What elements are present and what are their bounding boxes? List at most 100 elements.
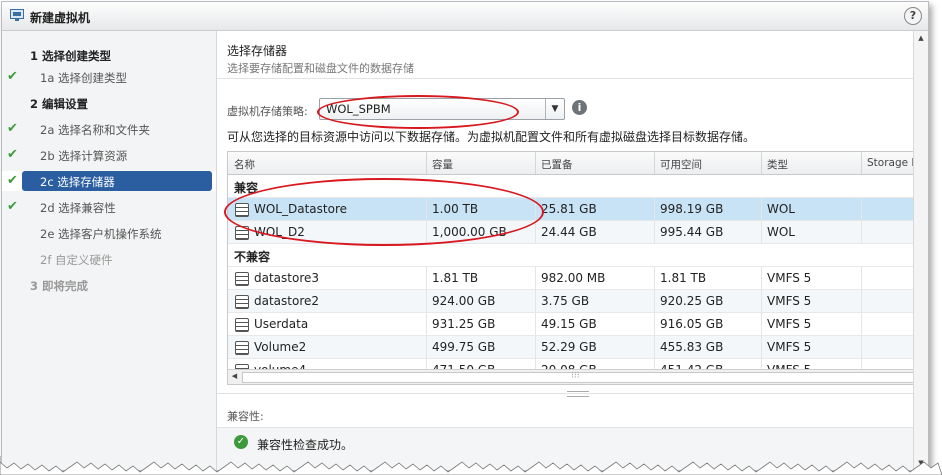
table-group-row: 兼容 xyxy=(228,175,928,198)
wizard-step-label: 2a 选择名称和文件夹 xyxy=(40,123,151,137)
checkmark-icon: ✔ xyxy=(7,199,18,214)
table-cell: Userdata xyxy=(254,317,309,331)
column-divider[interactable] xyxy=(654,152,655,174)
cell-divider xyxy=(861,313,862,335)
table-cell: WOL_D2 xyxy=(254,225,305,239)
cell-divider xyxy=(426,313,427,335)
wizard-step-label: 2d 选择兼容性 xyxy=(40,201,116,215)
scroll-up-icon[interactable]: ▲ xyxy=(914,31,928,45)
cell-divider xyxy=(861,198,862,220)
table-cell: 1.81 TB xyxy=(660,271,707,285)
vertical-scrollbar[interactable]: ▲ ▼ xyxy=(913,31,928,470)
column-header[interactable]: 已置备 xyxy=(541,157,573,172)
cell-divider xyxy=(535,198,536,220)
cell-divider xyxy=(654,336,655,358)
wizard-step[interactable]: 1 选择创建类型 xyxy=(2,45,216,65)
wizard-steps-panel: 1 选择创建类型 ✔ 1a 选择创建类型 2 编辑设置 ✔ 2a 选择名称和文件夹 ✔ 2b … xyxy=(2,31,217,470)
wizard-step[interactable]: 2e 选择客户机操作系统 xyxy=(2,223,216,243)
table-cell: 1.81 TB xyxy=(432,271,479,285)
column-header[interactable]: 可用空间 xyxy=(660,157,702,172)
group-label: 不兼容 xyxy=(234,250,271,264)
torn-edge-decoration xyxy=(0,456,942,475)
datastore-icon xyxy=(235,318,249,332)
cell-divider xyxy=(535,336,536,358)
title-bar: 新建虚拟机 ? xyxy=(2,2,928,31)
table-row[interactable]: datastore3 1.81 TB 982.00 MB 1.81 TB VMFS 5 xyxy=(228,267,928,290)
new-vm-wizard-window: 新建虚拟机 ? 1 选择创建类型 ✔ 1a 选择创建类型 2 编辑设置 ✔ 2a 选择名称… xyxy=(1,1,929,471)
table-cell: 1,000.00 GB xyxy=(432,225,507,239)
column-divider[interactable] xyxy=(426,152,427,174)
cell-divider xyxy=(535,290,536,312)
storage-policy-select[interactable]: WOL_SPBM ▼ xyxy=(319,98,565,120)
cell-divider xyxy=(535,267,536,289)
help-icon[interactable]: ? xyxy=(904,7,922,25)
table-row[interactable]: Userdata 931.25 GB 49.15 GB 916.05 GB VMFS 5 xyxy=(228,313,928,336)
window-title: 新建虚拟机 xyxy=(30,11,91,25)
cell-divider xyxy=(861,290,862,312)
wizard-step[interactable]: ✔ 1a 选择创建类型 xyxy=(2,67,216,87)
table-cell: VMFS 5 xyxy=(767,271,812,285)
column-divider[interactable] xyxy=(761,152,762,174)
datastore-icon xyxy=(235,203,249,217)
cell-divider xyxy=(761,198,762,220)
cell-divider xyxy=(761,221,762,243)
cell-divider xyxy=(761,336,762,358)
column-header[interactable]: 容量 xyxy=(432,157,453,172)
wizard-step-label: 2 编辑设置 xyxy=(30,97,89,111)
wizard-step-label: 2f 自定义硬件 xyxy=(40,253,113,267)
column-header[interactable]: 名称 xyxy=(234,157,255,172)
table-row[interactable]: WOL_Datastore 1.00 TB 25.81 GB 998.19 GB WOL xyxy=(228,198,928,221)
table-cell: 920.25 GB xyxy=(660,294,724,308)
cell-divider xyxy=(426,267,427,289)
wizard-step[interactable]: 2f 自定义硬件 xyxy=(2,249,216,269)
wizard-step[interactable]: 3 即将完成 xyxy=(2,275,216,295)
wizard-step-label: 3 即将完成 xyxy=(30,279,89,293)
column-divider[interactable] xyxy=(861,152,862,174)
splitter-grip-icon[interactable] xyxy=(567,391,589,397)
panel-splitter[interactable] xyxy=(217,391,928,397)
table-cell: VMFS 5 xyxy=(767,340,812,354)
wizard-step[interactable]: ✔ 2b 选择计算资源 xyxy=(2,145,216,165)
scrollbar-thumb[interactable] xyxy=(242,372,920,383)
cell-divider xyxy=(761,313,762,335)
table-group-row: 不兼容 xyxy=(228,244,928,267)
info-icon[interactable]: i xyxy=(572,100,587,115)
cell-divider xyxy=(654,221,655,243)
compatibility-label: 兼容性: xyxy=(227,410,264,423)
scroll-left-icon[interactable]: ◀ xyxy=(228,370,241,383)
cell-divider xyxy=(654,198,655,220)
table-cell: VMFS 5 xyxy=(767,317,812,331)
group-label: 兼容 xyxy=(234,181,259,195)
success-check-icon: ✓ xyxy=(234,435,248,449)
chevron-down-icon[interactable]: ▼ xyxy=(545,99,564,119)
storage-policy-value: WOL_SPBM xyxy=(326,102,391,116)
table-cell: 25.81 GB xyxy=(541,202,597,216)
wizard-step[interactable]: ✔ 2a 选择名称和文件夹 xyxy=(2,119,216,139)
wizard-step[interactable]: ✔ 2d 选择兼容性 xyxy=(2,197,216,217)
cell-divider xyxy=(535,221,536,243)
table-cell: 455.83 GB xyxy=(660,340,724,354)
cell-divider xyxy=(654,313,655,335)
column-divider[interactable] xyxy=(535,152,536,174)
wizard-step[interactable]: ✔ 2c 选择存储器 xyxy=(2,171,216,191)
table-cell: Volume2 xyxy=(254,340,307,354)
cell-divider xyxy=(861,336,862,358)
cell-divider xyxy=(861,221,862,243)
wizard-step-label: 1 选择创建类型 xyxy=(30,49,112,63)
table-row[interactable]: WOL_D2 1,000.00 GB 24.44 GB 995.44 GB WOL xyxy=(228,221,928,244)
table-row[interactable]: Volume2 499.75 GB 52.29 GB 455.83 GB VMFS 5 xyxy=(228,336,928,359)
wizard-step-label: 2e 选择客户机操作系统 xyxy=(40,227,162,241)
datastore-table: 名称 容量 已置备 可用空间 类型 Storage DRS 兼容 WOL_Datastore… xyxy=(227,151,928,385)
cell-divider xyxy=(654,290,655,312)
table-cell: 982.00 MB xyxy=(541,271,606,285)
datastore-icon xyxy=(235,226,249,240)
checkmark-icon: ✔ xyxy=(7,69,18,84)
horizontal-scrollbar[interactable]: ◀ ⁝⁝⁝ ▶ xyxy=(228,369,928,384)
table-row[interactable]: datastore2 924.00 GB 3.75 GB 920.25 GB VMFS … xyxy=(228,290,928,313)
cell-divider xyxy=(761,267,762,289)
column-header[interactable]: 类型 xyxy=(767,157,788,172)
compatibility-message: 兼容性检查成功。 xyxy=(257,438,354,452)
table-cell: 3.75 GB xyxy=(541,294,590,308)
cell-divider xyxy=(426,290,427,312)
wizard-step[interactable]: 2 编辑设置 xyxy=(2,93,216,113)
